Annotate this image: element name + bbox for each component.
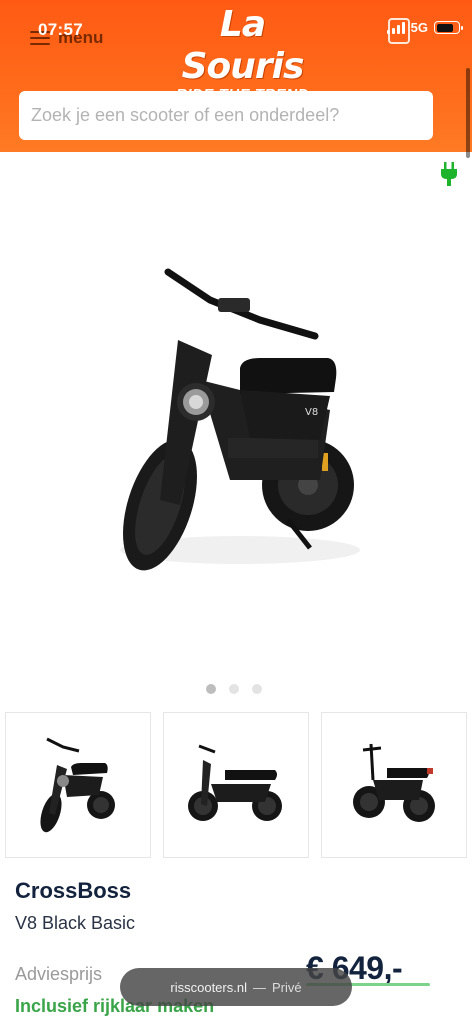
private-mode-label: Privé (271, 979, 302, 995)
browser-url-bar[interactable]: risscooters.nl — Privé (120, 968, 352, 1006)
search-input[interactable] (19, 91, 433, 140)
status-time: 07:57 (38, 20, 83, 39)
status-icons: 5G (386, 20, 463, 35)
thumbnail-2[interactable] (163, 712, 309, 858)
logo-title: La Souris (181, 4, 305, 87)
signal-icon (386, 21, 405, 34)
gallery-pagination (206, 684, 262, 694)
gallery-dot[interactable] (206, 684, 216, 694)
thumbnail-3[interactable] (321, 712, 467, 858)
gallery-dot[interactable] (229, 684, 239, 694)
scrollbar[interactable] (466, 68, 470, 158)
gallery-dot[interactable] (252, 684, 262, 694)
thumbnail-scooter-image (188, 744, 282, 821)
product-model: V8 Black Basic (15, 913, 136, 933)
battery-icon (434, 21, 463, 34)
site-header: menu 07:57 La Souris RIDE THE TREND 5G (0, 0, 472, 152)
thumbnail-1[interactable] (5, 712, 151, 858)
product-image[interactable]: V8 (90, 260, 380, 580)
site-logo[interactable]: La Souris RIDE THE TREND (160, 4, 325, 103)
thumbnail-strip (5, 712, 467, 858)
thumbnail-scooter-image (40, 737, 115, 833)
product-brand[interactable]: CrossBoss (15, 878, 131, 904)
plug-icon (441, 162, 457, 186)
advice-price-label: Adviesprijs (15, 964, 103, 984)
network-label: 5G (410, 20, 428, 35)
url-text: risscooters.nl (170, 979, 247, 995)
svg-text:V8: V8 (305, 407, 318, 418)
thumbnail-scooter-image (353, 743, 435, 822)
